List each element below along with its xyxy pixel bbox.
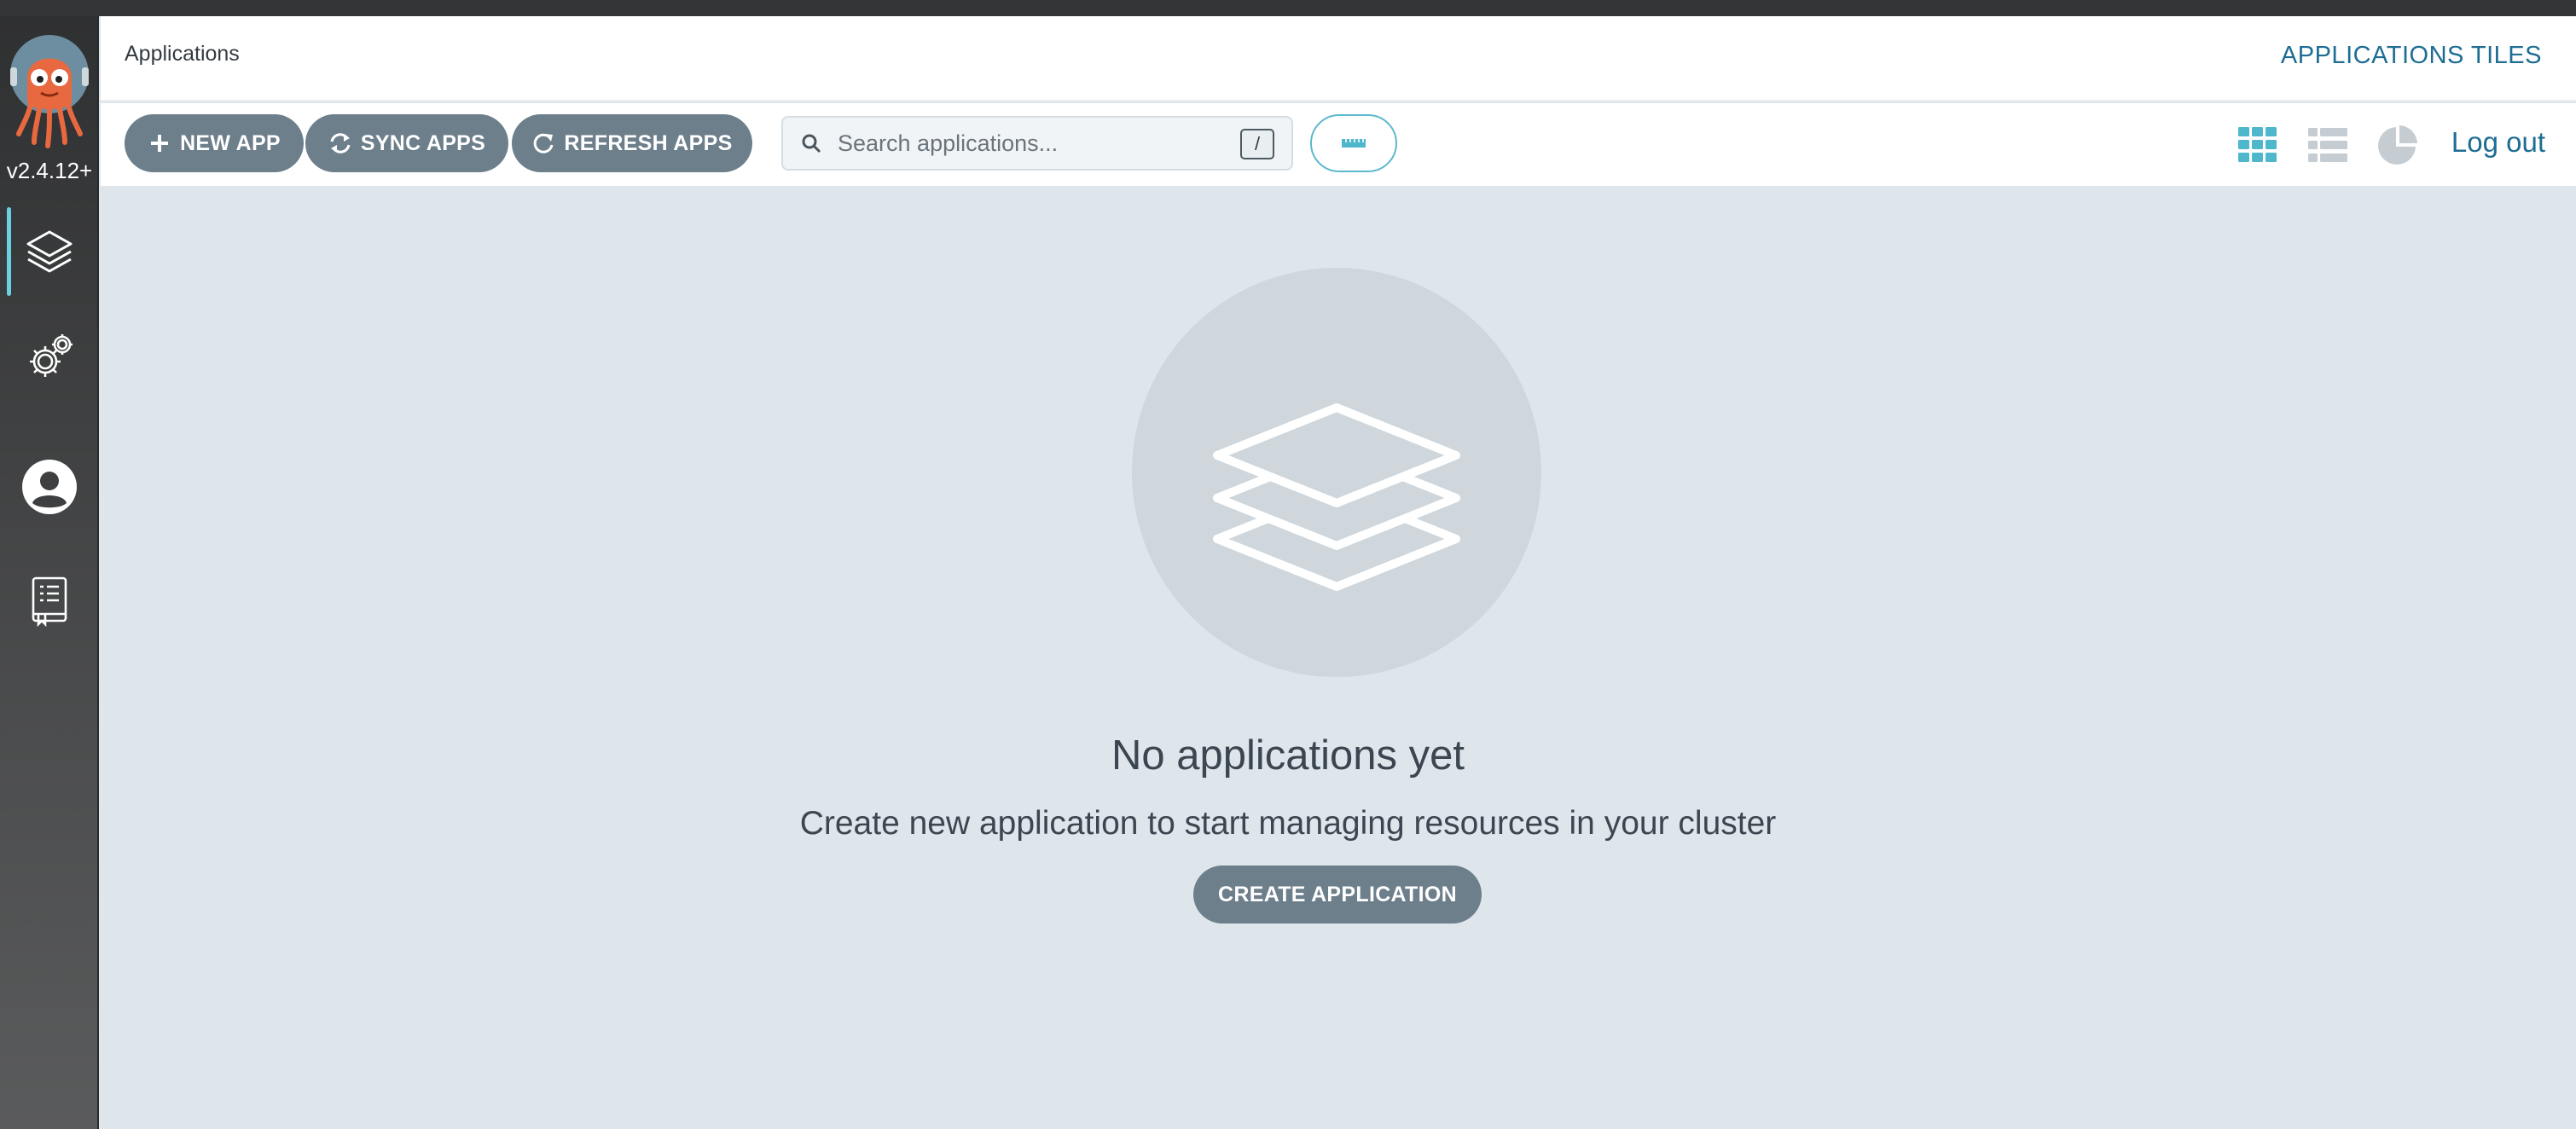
user-circle-icon	[22, 460, 77, 514]
search-box: /	[781, 116, 1293, 171]
sidebar: v2.4.12+	[0, 16, 99, 1129]
gears-icon	[30, 334, 73, 377]
refresh-apps-label: REFRESH APPS	[564, 130, 733, 155]
refresh-apps-button[interactable]: REFRESH APPS	[512, 114, 752, 172]
refresh-icon	[534, 133, 554, 153]
tiles-view-icon[interactable]	[2237, 124, 2279, 166]
list-view-icon[interactable]	[2306, 124, 2349, 166]
summary-pie-icon[interactable]	[2376, 124, 2419, 166]
logout-link[interactable]: Log out	[2451, 126, 2545, 159]
toolbar: NEW APP SYNC APPS REFRESH APPS /	[101, 103, 2576, 186]
sidebar-item-settings[interactable]	[0, 313, 99, 402]
new-app-button[interactable]: NEW APP	[125, 114, 304, 172]
page-header: Applications APPLICATIONS TILES	[101, 16, 2576, 101]
create-application-button[interactable]: CREATE APPLICATION	[1193, 866, 1482, 923]
search-icon	[802, 134, 821, 153]
breadcrumb[interactable]: Applications	[125, 42, 240, 67]
window-top-strip	[0, 0, 2576, 16]
layers-icon	[26, 230, 73, 273]
empty-state-subtitle: Create new application to start managing…	[799, 805, 1777, 842]
sidebar-item-applications[interactable]	[0, 207, 99, 296]
argo-logo[interactable]	[9, 33, 90, 153]
ruler-icon	[1342, 139, 1366, 148]
sidebar-item-user-info[interactable]	[0, 443, 99, 531]
sync-apps-label: SYNC APPS	[360, 130, 486, 155]
version-label: v2.4.12+	[6, 158, 93, 183]
book-icon	[32, 576, 67, 628]
search-shortcut-hint: /	[1240, 129, 1274, 159]
plus-icon	[151, 135, 169, 152]
sidebar-item-documentation[interactable]	[0, 557, 99, 646]
search-input[interactable]	[838, 130, 1230, 157]
empty-state-illustration	[1132, 268, 1541, 677]
sync-icon	[330, 133, 351, 153]
layers-icon	[1213, 403, 1460, 591]
new-app-label: NEW APP	[180, 130, 281, 155]
empty-state-title: No applications yet	[1111, 732, 1465, 779]
page-title: APPLICATIONS TILES	[2280, 42, 2542, 69]
filter-toggle-button[interactable]	[1310, 114, 1397, 172]
sync-apps-button[interactable]: SYNC APPS	[305, 114, 508, 172]
